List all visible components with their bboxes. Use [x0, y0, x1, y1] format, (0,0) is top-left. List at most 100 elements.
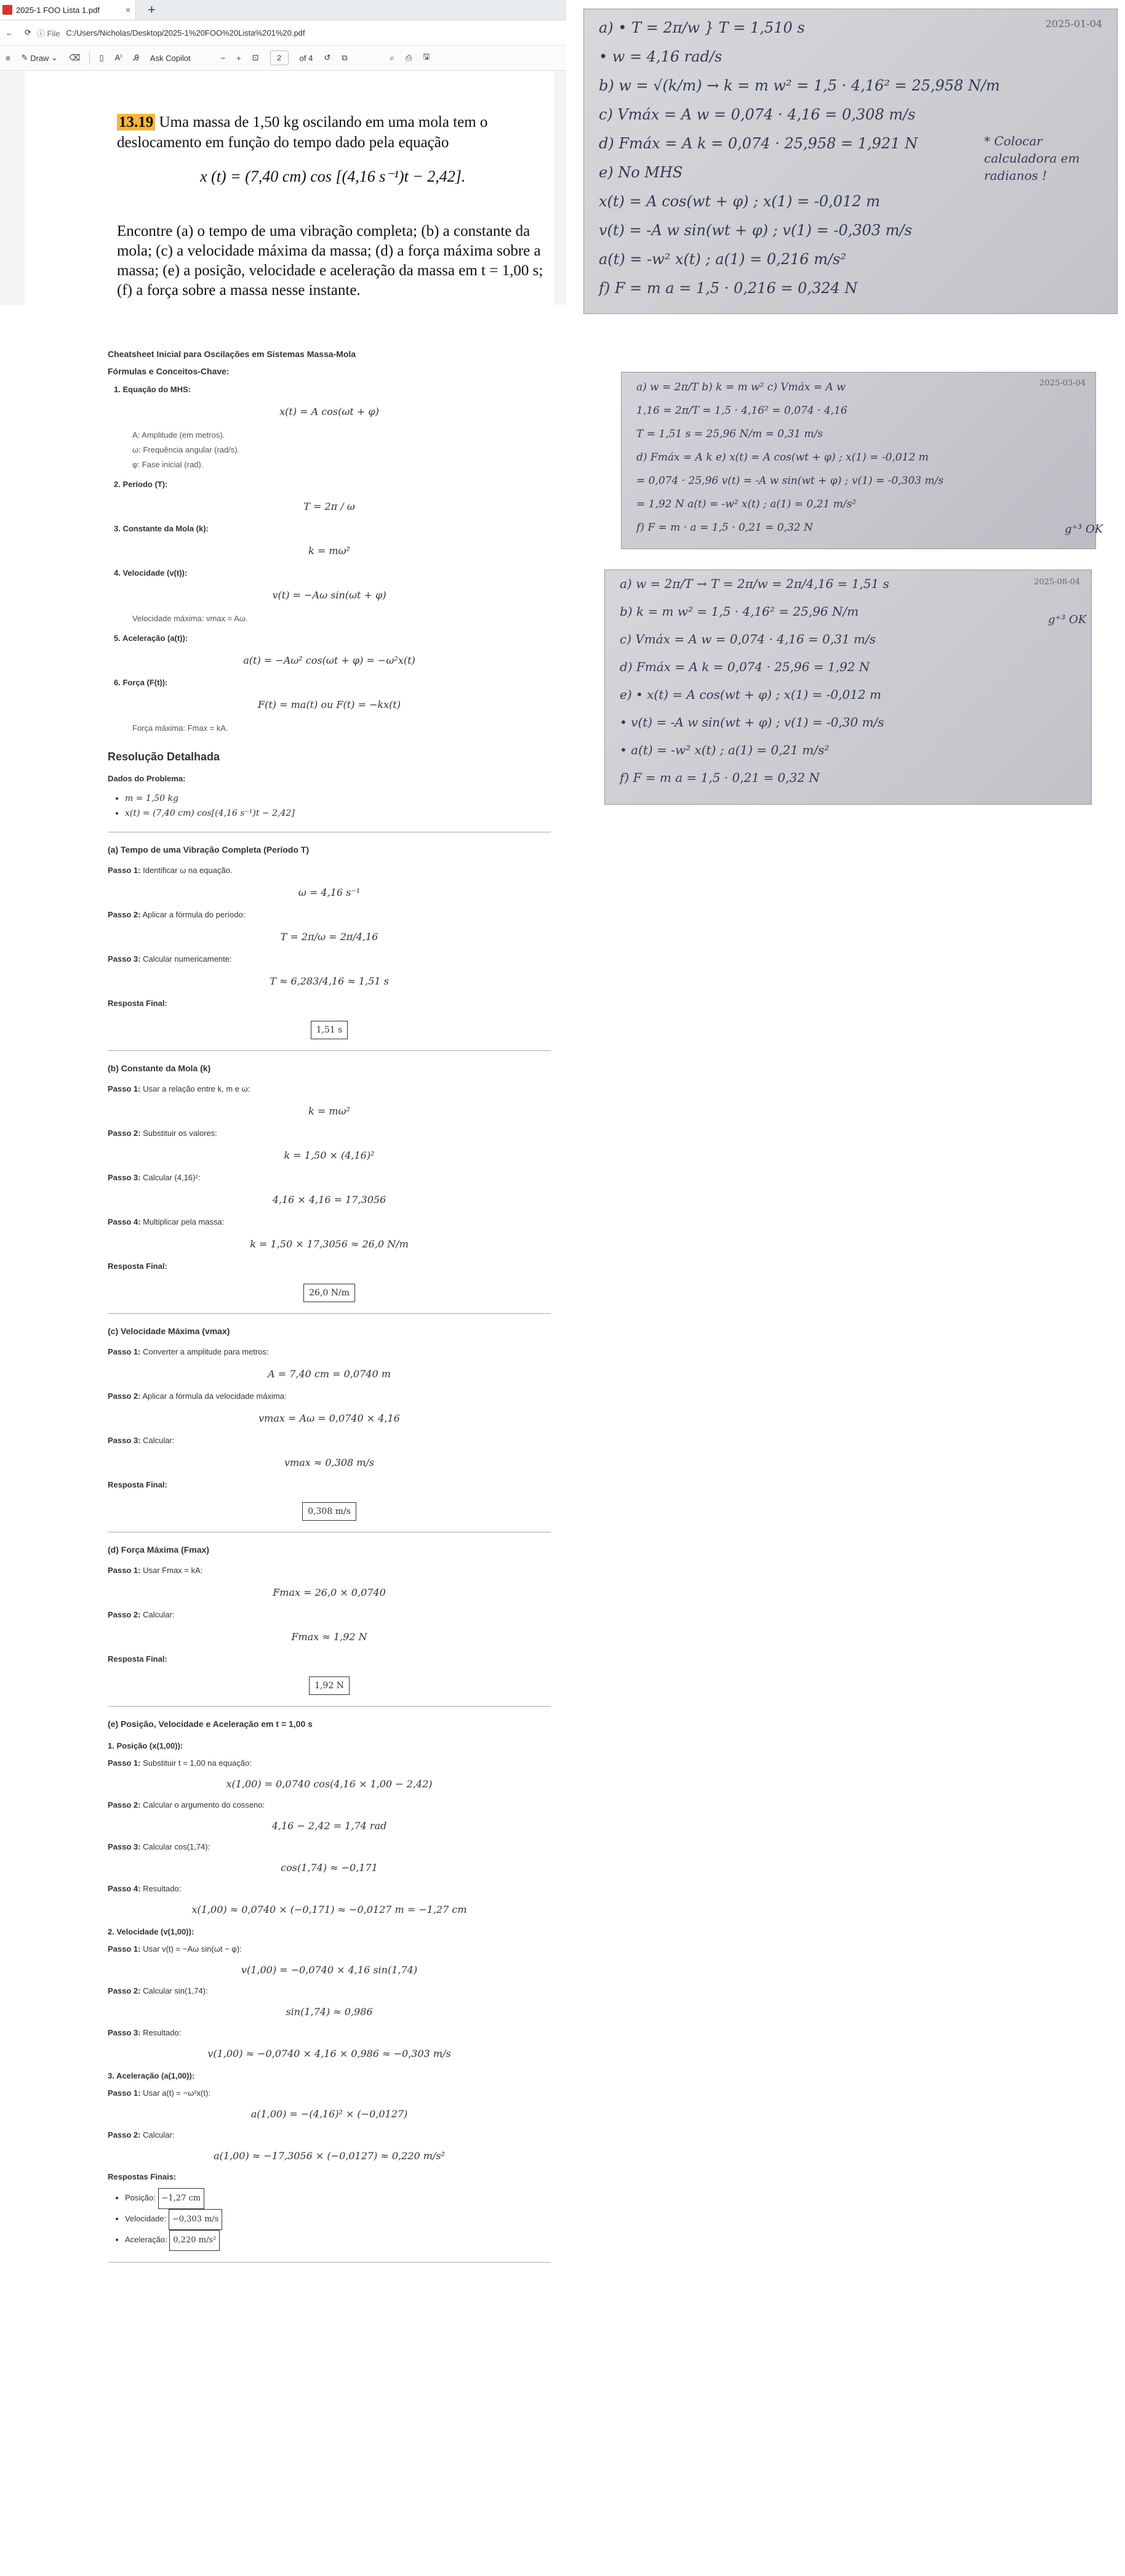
step-description: Calcular (4,16)²: [143, 1173, 201, 1182]
reload-icon[interactable]: ⟳ [25, 28, 31, 38]
handwritten-line: e) No MHS [599, 164, 683, 181]
step-description: Substituir t = 1,00 na equação: [143, 1758, 252, 1768]
page-number-input[interactable]: 2 [270, 50, 289, 65]
handwritten-line: d) Fmáx = A k = 0,074 · 25,958 = 1,921 N [599, 135, 918, 152]
zoom-out-button[interactable]: − [221, 54, 226, 63]
section-divider [108, 2262, 551, 2263]
section-title: (d) Força Máxima (Fmax) [108, 1545, 209, 1555]
new-tab-button[interactable]: + [148, 2, 156, 17]
step-text: Passo 3: Calcular (4,16)²: [108, 1172, 551, 1184]
section-divider [108, 1313, 551, 1314]
step-label: Passo 2: [108, 2130, 141, 2139]
cheatsheet-item-label: 4. Velocidade (v(t)): [114, 568, 188, 578]
section-title: (b) Constante da Mola (k) [108, 1063, 211, 1073]
back-icon[interactable]: ← [6, 28, 14, 38]
subsection-heading: 3. Aceleração (a(1,00)): [108, 2071, 195, 2080]
step-label: Passo 2: [108, 1610, 141, 1619]
handwritten-line: f) F = m a = 1,5 · 0,21 = 0,32 N [620, 770, 820, 785]
subsection-heading: 1. Posição (x(1,00)): [108, 1741, 183, 1750]
step-label: Passo 2: [108, 1800, 141, 1809]
step-description: Calcular: [143, 1610, 175, 1619]
final-answer-box: −1,27 cm [158, 2188, 205, 2209]
step-formula: v(1,00) = −0,0740 × 4,16 sin(1,74) [241, 1964, 418, 1976]
handwritten-line: c) Vmáx = A w = 0,074 · 4,16 = 0,308 m/s [599, 106, 916, 123]
cheatsheet-title: Cheatsheet Inicial para Oscilações em Si… [108, 349, 356, 359]
handwritten-line: x(t) = A cos(wt + φ) ; x(1) = -0,012 m [599, 193, 880, 210]
step-text: Passo 3: Calcular: [108, 1435, 551, 1447]
step-description: Aplicar a fórmula do período: [142, 910, 246, 919]
final-answer-item: Aceleração: 0,220 m/s² [125, 2230, 551, 2251]
toolbar-divider [89, 51, 90, 65]
step-description: Usar Fmax = kA: [143, 1566, 203, 1575]
final-answers-list: Posição: −1,27 cmVelocidade: −0,303 m/sA… [108, 2188, 551, 2251]
step-text: Passo 2: Aplicar a fórmula da velocidade… [108, 1390, 551, 1403]
step-description: Resultado: [143, 1884, 182, 1893]
step-description: Identificar ω na equação. [143, 866, 233, 875]
photo-date: 2025-08-04 [1034, 578, 1080, 587]
step-formula: 4,16 − 2,42 = 1,74 rad [271, 1820, 387, 1832]
read-aloud-icon[interactable]: A⁾ [115, 53, 122, 63]
menu-icon[interactable]: ≡ [6, 54, 10, 63]
print-icon[interactable]: ⎙ [406, 53, 412, 63]
file-label: File [47, 28, 60, 38]
final-answer-label: Resposta Final: [108, 1262, 167, 1271]
draw-button[interactable]: ✎ Draw ⌄ [22, 53, 58, 63]
cheatsheet-subtitle: Fórmulas e Conceitos-Chave: [108, 366, 230, 376]
problem-number: 13.19 [117, 114, 156, 131]
section-divider [108, 1050, 551, 1051]
problem-tasks: Encontre (a) o tempo de uma vibração com… [117, 223, 543, 299]
final-answer-box: 26,0 N/m [303, 1284, 355, 1302]
translate-icon[interactable]: Ꭿ [133, 53, 138, 63]
final-answer-label: Resposta Final: [108, 1480, 167, 1489]
photo-date: 2025-01-04 [1045, 18, 1102, 30]
rotate-icon[interactable]: ↺ [324, 53, 330, 63]
file-info-icon[interactable]: ⓘ File [37, 27, 60, 39]
search-icon[interactable]: ⌕ [390, 53, 394, 63]
step-label: Passo 2: [108, 1391, 141, 1401]
cheatsheet-item: 6. Força (F(t)): F(t) = ma(t) ou F(t) = −… [108, 677, 551, 736]
cheatsheet-note: A: Amplitude (em metros). [132, 430, 225, 440]
handwritten-line: f) F = m a = 1,5 · 0,216 = 0,324 N [599, 280, 858, 297]
pdf-toolbar: ≡ ✎ Draw ⌄ ⌫ ▯ A⁾ Ꭿ Ask Copilot − + ⊡ 2 … [0, 46, 566, 71]
photo-note: g⁺³ OK [1065, 523, 1103, 536]
copilot-button[interactable]: Ask Copilot [150, 54, 191, 63]
zoom-in-button[interactable]: + [236, 54, 241, 63]
handwritten-line: d) Fmáx = A k e) x(t) = A cos(wt + φ) ; … [636, 451, 929, 464]
eraser-icon[interactable]: ⌫ [69, 53, 80, 63]
step-formula: sin(1,74) ≈ 0,986 [286, 2006, 373, 2018]
page-view-icon[interactable]: ⧉ [342, 53, 347, 63]
handwritten-line: e) • x(t) = A cos(wt + φ) ; x(1) = -0,01… [620, 687, 881, 702]
final-answer-label: Resposta Final: [108, 999, 167, 1008]
cheatsheet-formula: F(t) = ma(t) ou F(t) = −kx(t) [258, 699, 401, 710]
handwritten-line: b) k = m w² = 1,5 · 4,16² = 25,96 N/m [620, 604, 859, 619]
handwritten-line: b) w = √(k/m) → k = m w² = 1,5 · 4,16² =… [599, 77, 1000, 94]
handwritten-photo-3: 2025-08-04 a) w = 2π/T → T = 2π/w = 2π/4… [604, 570, 1092, 805]
final-answers-title: Respostas Finais: [108, 2172, 177, 2181]
cheatsheet-formula: k = mω² [308, 545, 350, 557]
close-tab-icon[interactable]: × [126, 5, 130, 15]
step-description: Usar a(t) = −ω²x(t): [143, 2088, 210, 2098]
step-formula: x(1,00) ≈ 0,0740 × (−0,171) ≈ −0,0127 m … [191, 1904, 467, 1915]
step-label: Passo 1: [108, 1084, 141, 1093]
step-label: Passo 3: [108, 1842, 141, 1851]
reading-view-icon[interactable]: ▯ [99, 53, 103, 63]
step-label: Passo 1: [108, 2088, 141, 2098]
url-field[interactable]: C:/Users/Nicholas/Desktop/2025-1%20FOO%2… [66, 28, 305, 38]
resolution-sections: (a) Tempo de uma Vibração Completa (Perí… [108, 832, 551, 1695]
step-description: Calcular o argumento do cosseno: [143, 1800, 265, 1809]
fit-page-icon[interactable]: ⊡ [252, 53, 259, 63]
step-text: Passo 2: Calcular sin(1,74): [108, 1985, 551, 1997]
cheatsheet-formula: x(t) = A cos(ωt + φ) [279, 406, 379, 417]
step-label: Passo 3: [108, 2028, 141, 2037]
final-answer: 1,92 N [108, 1676, 551, 1695]
step-text: Passo 4: Resultado: [108, 1883, 551, 1895]
step-label: Passo 1: [108, 866, 141, 875]
browser-tab[interactable]: 2025-1 FOO Lista 1.pdf × [0, 0, 136, 20]
handwritten-line: 1,16 = 2π/T = 1,5 · 4,16² = 0,074 · 4,16 [636, 405, 847, 417]
handwritten-line: = 1,92 N a(t) = -w² x(t) ; a(1) = 0,21 m… [636, 498, 857, 510]
step-formula: x(1,00) = 0,0740 cos(4,16 × 1,00 − 2,42) [226, 1778, 433, 1790]
save-icon[interactable]: 🖫 [423, 51, 430, 65]
step-description: Usar a relação entre k, m e ω: [143, 1084, 250, 1093]
step-text: Passo 2: Calcular: [108, 2129, 551, 2141]
problem-data-item: x(t) = (7,40 cm) cos[(4,16 s⁻¹)t − 2,42] [125, 806, 551, 821]
